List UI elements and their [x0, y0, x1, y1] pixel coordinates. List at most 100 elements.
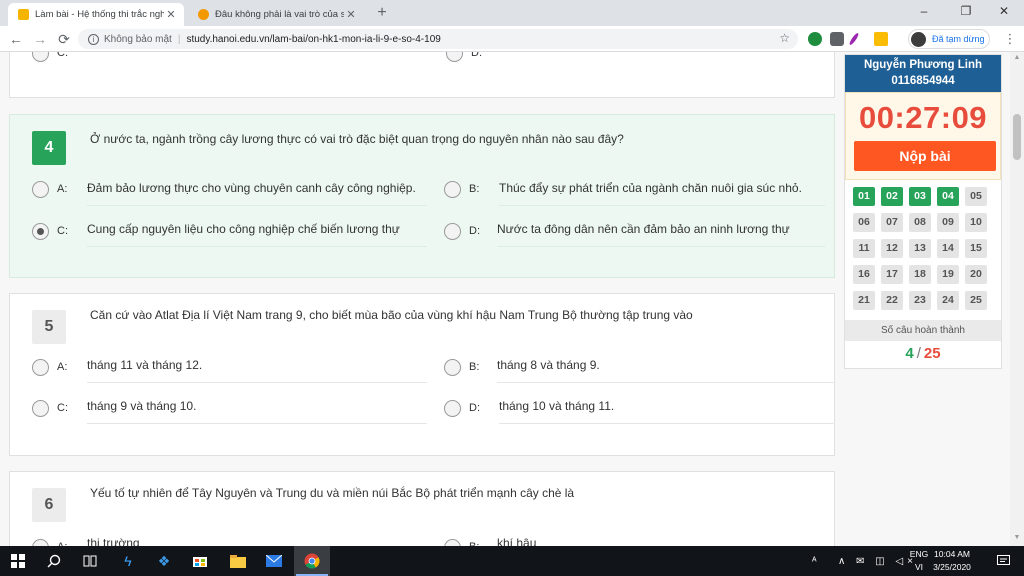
option-radio[interactable]: [444, 538, 461, 546]
close-window-button[interactable]: ✕: [984, 0, 1024, 22]
option-text[interactable]: Nước ta đông dân nên cần đảm bảo an ninh…: [497, 222, 825, 247]
option-radio[interactable]: [444, 399, 461, 417]
question-nav-12[interactable]: 12: [881, 239, 903, 258]
question-nav-24[interactable]: 24: [937, 291, 959, 310]
minimize-button[interactable]: –: [904, 0, 944, 22]
extension-green-icon[interactable]: [808, 32, 822, 46]
option-text[interactable]: Cung cấp nguyên liệu cho công nghiệp chế…: [87, 222, 427, 247]
option-radio[interactable]: [444, 222, 461, 240]
forward-button[interactable]: →: [30, 29, 50, 49]
chrome-taskbar-icon[interactable]: [294, 546, 330, 576]
option-text[interactable]: tháng 11 và tháng 12.: [87, 358, 427, 383]
page-scrollbar[interactable]: ▲ ▼: [1010, 52, 1024, 546]
option-letter: A:: [57, 361, 68, 373]
question-nav-16[interactable]: 16: [853, 265, 875, 284]
option-letter: D:: [471, 52, 482, 59]
system-tray-icons[interactable]: ∧ ✉ ◫ ◁×: [838, 546, 917, 576]
dropbox-icon[interactable]: ❖: [146, 546, 182, 576]
lightning-app-icon[interactable]: ϟ: [110, 546, 146, 576]
question-nav-15[interactable]: 15: [965, 239, 987, 258]
question-nav-05[interactable]: 05: [965, 187, 987, 206]
option-radio-selected[interactable]: [32, 222, 49, 240]
task-view-icon[interactable]: [72, 546, 108, 576]
profile-button[interactable]: Đã tạm dừng: [908, 29, 990, 49]
info-icon[interactable]: i: [88, 33, 99, 45]
store-icon[interactable]: [182, 546, 218, 576]
option-d[interactable]: D:: [444, 393, 491, 423]
option-c[interactable]: C:: [32, 216, 79, 246]
question-nav-11[interactable]: 11: [853, 239, 875, 258]
reload-button[interactable]: ⟳: [54, 29, 74, 49]
new-tab-button[interactable]: +: [372, 4, 392, 22]
question-nav-02[interactable]: 02: [881, 187, 903, 206]
option-row[interactable]: D:: [446, 52, 493, 68]
question-nav-20[interactable]: 20: [965, 265, 987, 284]
question-nav-09[interactable]: 09: [937, 213, 959, 232]
option-c[interactable]: C:: [32, 393, 79, 423]
question-nav-13[interactable]: 13: [909, 239, 931, 258]
option-a[interactable]: A:: [32, 174, 79, 204]
question-nav-14[interactable]: 14: [937, 239, 959, 258]
question-nav-10[interactable]: 10: [965, 213, 987, 232]
question-nav-04[interactable]: 04: [937, 187, 959, 206]
option-radio[interactable]: [32, 358, 49, 376]
question-nav-22[interactable]: 22: [881, 291, 903, 310]
option-radio[interactable]: [32, 538, 49, 546]
notification-icon[interactable]: [988, 546, 1018, 576]
option-radio[interactable]: [32, 180, 49, 198]
option-text[interactable]: tháng 10 và tháng 11.: [499, 399, 835, 424]
option-d[interactable]: D:: [444, 216, 491, 246]
total-number: 25: [923, 345, 941, 362]
option-a[interactable]: A:: [32, 532, 79, 546]
back-button[interactable]: ←: [6, 29, 26, 49]
close-tab-icon[interactable]: ✕: [164, 8, 178, 21]
question-nav-25[interactable]: 25: [965, 291, 987, 310]
option-b[interactable]: B:: [444, 532, 491, 546]
mail-icon[interactable]: [256, 546, 292, 576]
question-nav-18[interactable]: 18: [909, 265, 931, 284]
browser-menu-icon[interactable]: ⋮: [1002, 29, 1018, 49]
option-row[interactable]: C:: [32, 52, 79, 68]
question-nav-07[interactable]: 07: [881, 213, 903, 232]
scrollbar-thumb[interactable]: [1013, 114, 1021, 160]
option-radio[interactable]: [444, 358, 461, 376]
option-text[interactable]: tháng 8 và tháng 9.: [497, 358, 835, 383]
question-nav-08[interactable]: 08: [909, 213, 931, 232]
option-text[interactable]: khí hậu: [497, 536, 835, 546]
extension-yellow-icon[interactable]: [874, 32, 888, 46]
maximize-button[interactable]: ❐: [946, 0, 986, 22]
search-icon[interactable]: [36, 546, 72, 576]
option-radio[interactable]: [32, 399, 49, 417]
option-a[interactable]: A:: [32, 352, 79, 382]
question-nav-01[interactable]: 01: [853, 187, 875, 206]
people-icon[interactable]: ᴬ: [812, 546, 817, 576]
question-nav-17[interactable]: 17: [881, 265, 903, 284]
file-explorer-icon[interactable]: [220, 546, 256, 576]
scroll-down-icon[interactable]: ▼: [1010, 534, 1024, 541]
question-nav-19[interactable]: 19: [937, 265, 959, 284]
question-nav-06[interactable]: 06: [853, 213, 875, 232]
option-text[interactable]: thị trường: [87, 536, 427, 546]
option-b[interactable]: B:: [444, 174, 491, 204]
question-nav-03[interactable]: 03: [909, 187, 931, 206]
scroll-up-icon[interactable]: ▲: [1010, 54, 1024, 61]
submit-button[interactable]: Nộp bài: [854, 141, 996, 171]
bookmark-star-icon[interactable]: ☆: [779, 31, 790, 45]
extension-gray-icon[interactable]: [830, 32, 844, 46]
option-text[interactable]: Đảm bảo lương thực cho vùng chuyên canh …: [87, 181, 427, 206]
option-b[interactable]: B:: [444, 352, 491, 382]
system-clock[interactable]: 10:04 AM 3/25/2020: [924, 548, 980, 574]
option-radio[interactable]: [446, 52, 463, 62]
question-nav-21[interactable]: 21: [853, 291, 875, 310]
question-nav-23[interactable]: 23: [909, 291, 931, 310]
extension-pen-icon[interactable]: [848, 32, 860, 46]
option-text[interactable]: tháng 9 và tháng 10.: [87, 399, 427, 424]
option-radio[interactable]: [32, 52, 49, 62]
tab-lam-bai[interactable]: Làm bài - Hệ thống thi trắc nghiệ ✕: [8, 3, 184, 26]
close-tab-icon[interactable]: ✕: [344, 8, 358, 21]
option-radio[interactable]: [444, 180, 461, 198]
tab-dau-khong-phai[interactable]: Đâu không phải là vai trò của sản ✕: [188, 3, 364, 26]
option-text[interactable]: Thúc đẩy sự phát triển của ngành chăn nu…: [499, 181, 825, 206]
address-bar[interactable]: i Không bảo mật | study.hanoi.edu.vn/lam…: [78, 29, 798, 49]
windows-start-icon[interactable]: [0, 546, 36, 576]
